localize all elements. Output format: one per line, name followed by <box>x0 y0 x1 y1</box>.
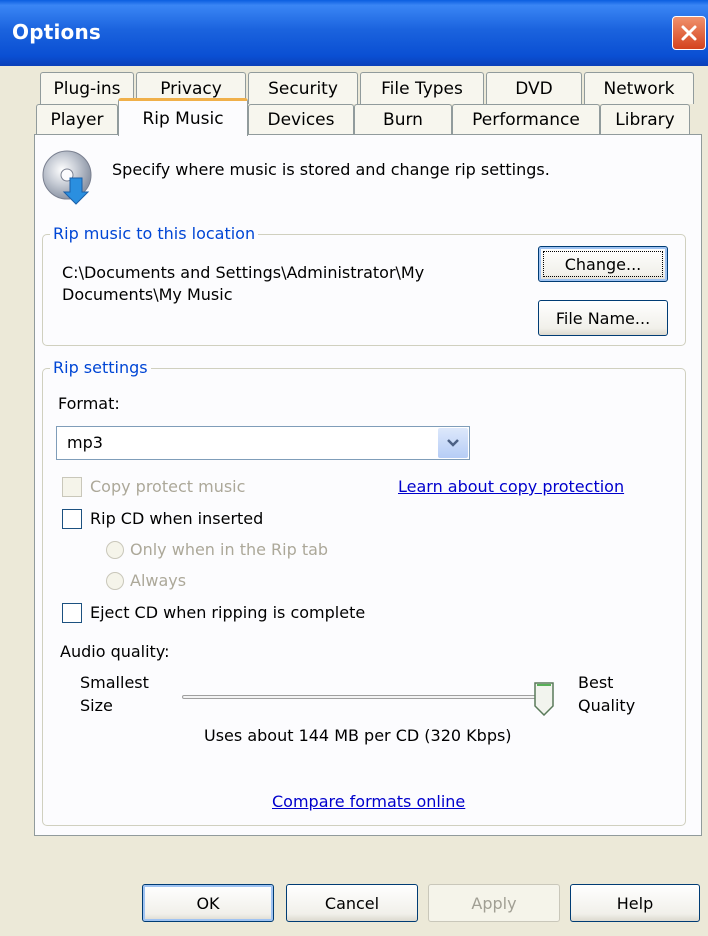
window-title: Options <box>12 20 102 44</box>
tab-security[interactable]: Security <box>248 72 358 104</box>
intro-text: Specify where music is stored and change… <box>112 160 550 179</box>
focus-rect <box>543 251 663 277</box>
learn-copy-protection-link[interactable]: Learn about copy protection <box>398 477 624 496</box>
audio-quality-slider-thumb[interactable] <box>534 682 554 716</box>
chevron-down-icon <box>447 439 459 447</box>
copy-protect-label: Copy protect music <box>90 477 246 496</box>
radio-only-rip-tab-label: Only when in the Rip tab <box>130 540 329 559</box>
usage-text: Uses about 144 MB per CD (320 Kbps) <box>204 726 512 745</box>
apply-button[interactable]: Apply <box>428 884 560 922</box>
rip-location-legend: Rip music to this location <box>50 224 259 243</box>
change-button[interactable]: Change... <box>538 246 668 282</box>
tab-dvd[interactable]: DVD <box>486 72 582 104</box>
tab-devices[interactable]: Devices <box>248 104 354 134</box>
tab-rip-music[interactable]: Rip Music <box>118 98 248 136</box>
ok-button[interactable]: OK <box>142 884 274 922</box>
radio-only-rip-tab[interactable] <box>106 541 124 559</box>
size-label: Size <box>80 696 113 715</box>
title-bar[interactable]: Options <box>0 0 708 66</box>
eject-cd-label: Eject CD when ripping is complete <box>90 603 366 622</box>
dropdown-arrow[interactable] <box>438 428 468 458</box>
tab-performance[interactable]: Performance <box>452 104 600 134</box>
tab-burn[interactable]: Burn <box>354 104 452 134</box>
close-button[interactable] <box>672 16 706 50</box>
copy-protect-checkbox[interactable] <box>62 477 82 497</box>
file-name-button[interactable]: File Name... <box>538 300 668 336</box>
eject-cd-checkbox[interactable] <box>62 603 82 623</box>
tab-player[interactable]: Player <box>36 104 118 134</box>
format-label: Format: <box>58 394 120 413</box>
rip-settings-legend: Rip settings <box>50 358 151 377</box>
radio-always[interactable] <box>106 572 124 590</box>
rip-cd-label: Rip CD when inserted <box>90 509 264 528</box>
tab-library[interactable]: Library <box>600 104 690 134</box>
quality-label: Quality <box>578 696 636 715</box>
radio-always-label: Always <box>130 571 187 590</box>
audio-quality-label: Audio quality: <box>60 642 170 661</box>
cd-rip-icon <box>42 150 92 205</box>
tab-file-types[interactable]: File Types <box>360 72 484 104</box>
rip-location-path: C:\Documents and Settings\Administrator\… <box>62 263 425 304</box>
best-label: Best <box>578 673 614 692</box>
close-icon <box>681 25 697 41</box>
options-dialog: Options Plug-ins Privacy Security File T… <box>0 0 708 936</box>
compare-formats-link[interactable]: Compare formats online <box>272 792 465 811</box>
audio-quality-slider-track[interactable] <box>182 695 550 699</box>
help-button[interactable]: Help <box>570 884 700 922</box>
format-select[interactable]: mp3 <box>56 426 470 460</box>
rip-cd-checkbox[interactable] <box>62 509 82 529</box>
format-value: mp3 <box>67 433 103 452</box>
smallest-label: Smallest <box>80 673 149 692</box>
tab-network[interactable]: Network <box>584 72 694 104</box>
cancel-button[interactable]: Cancel <box>286 884 418 922</box>
